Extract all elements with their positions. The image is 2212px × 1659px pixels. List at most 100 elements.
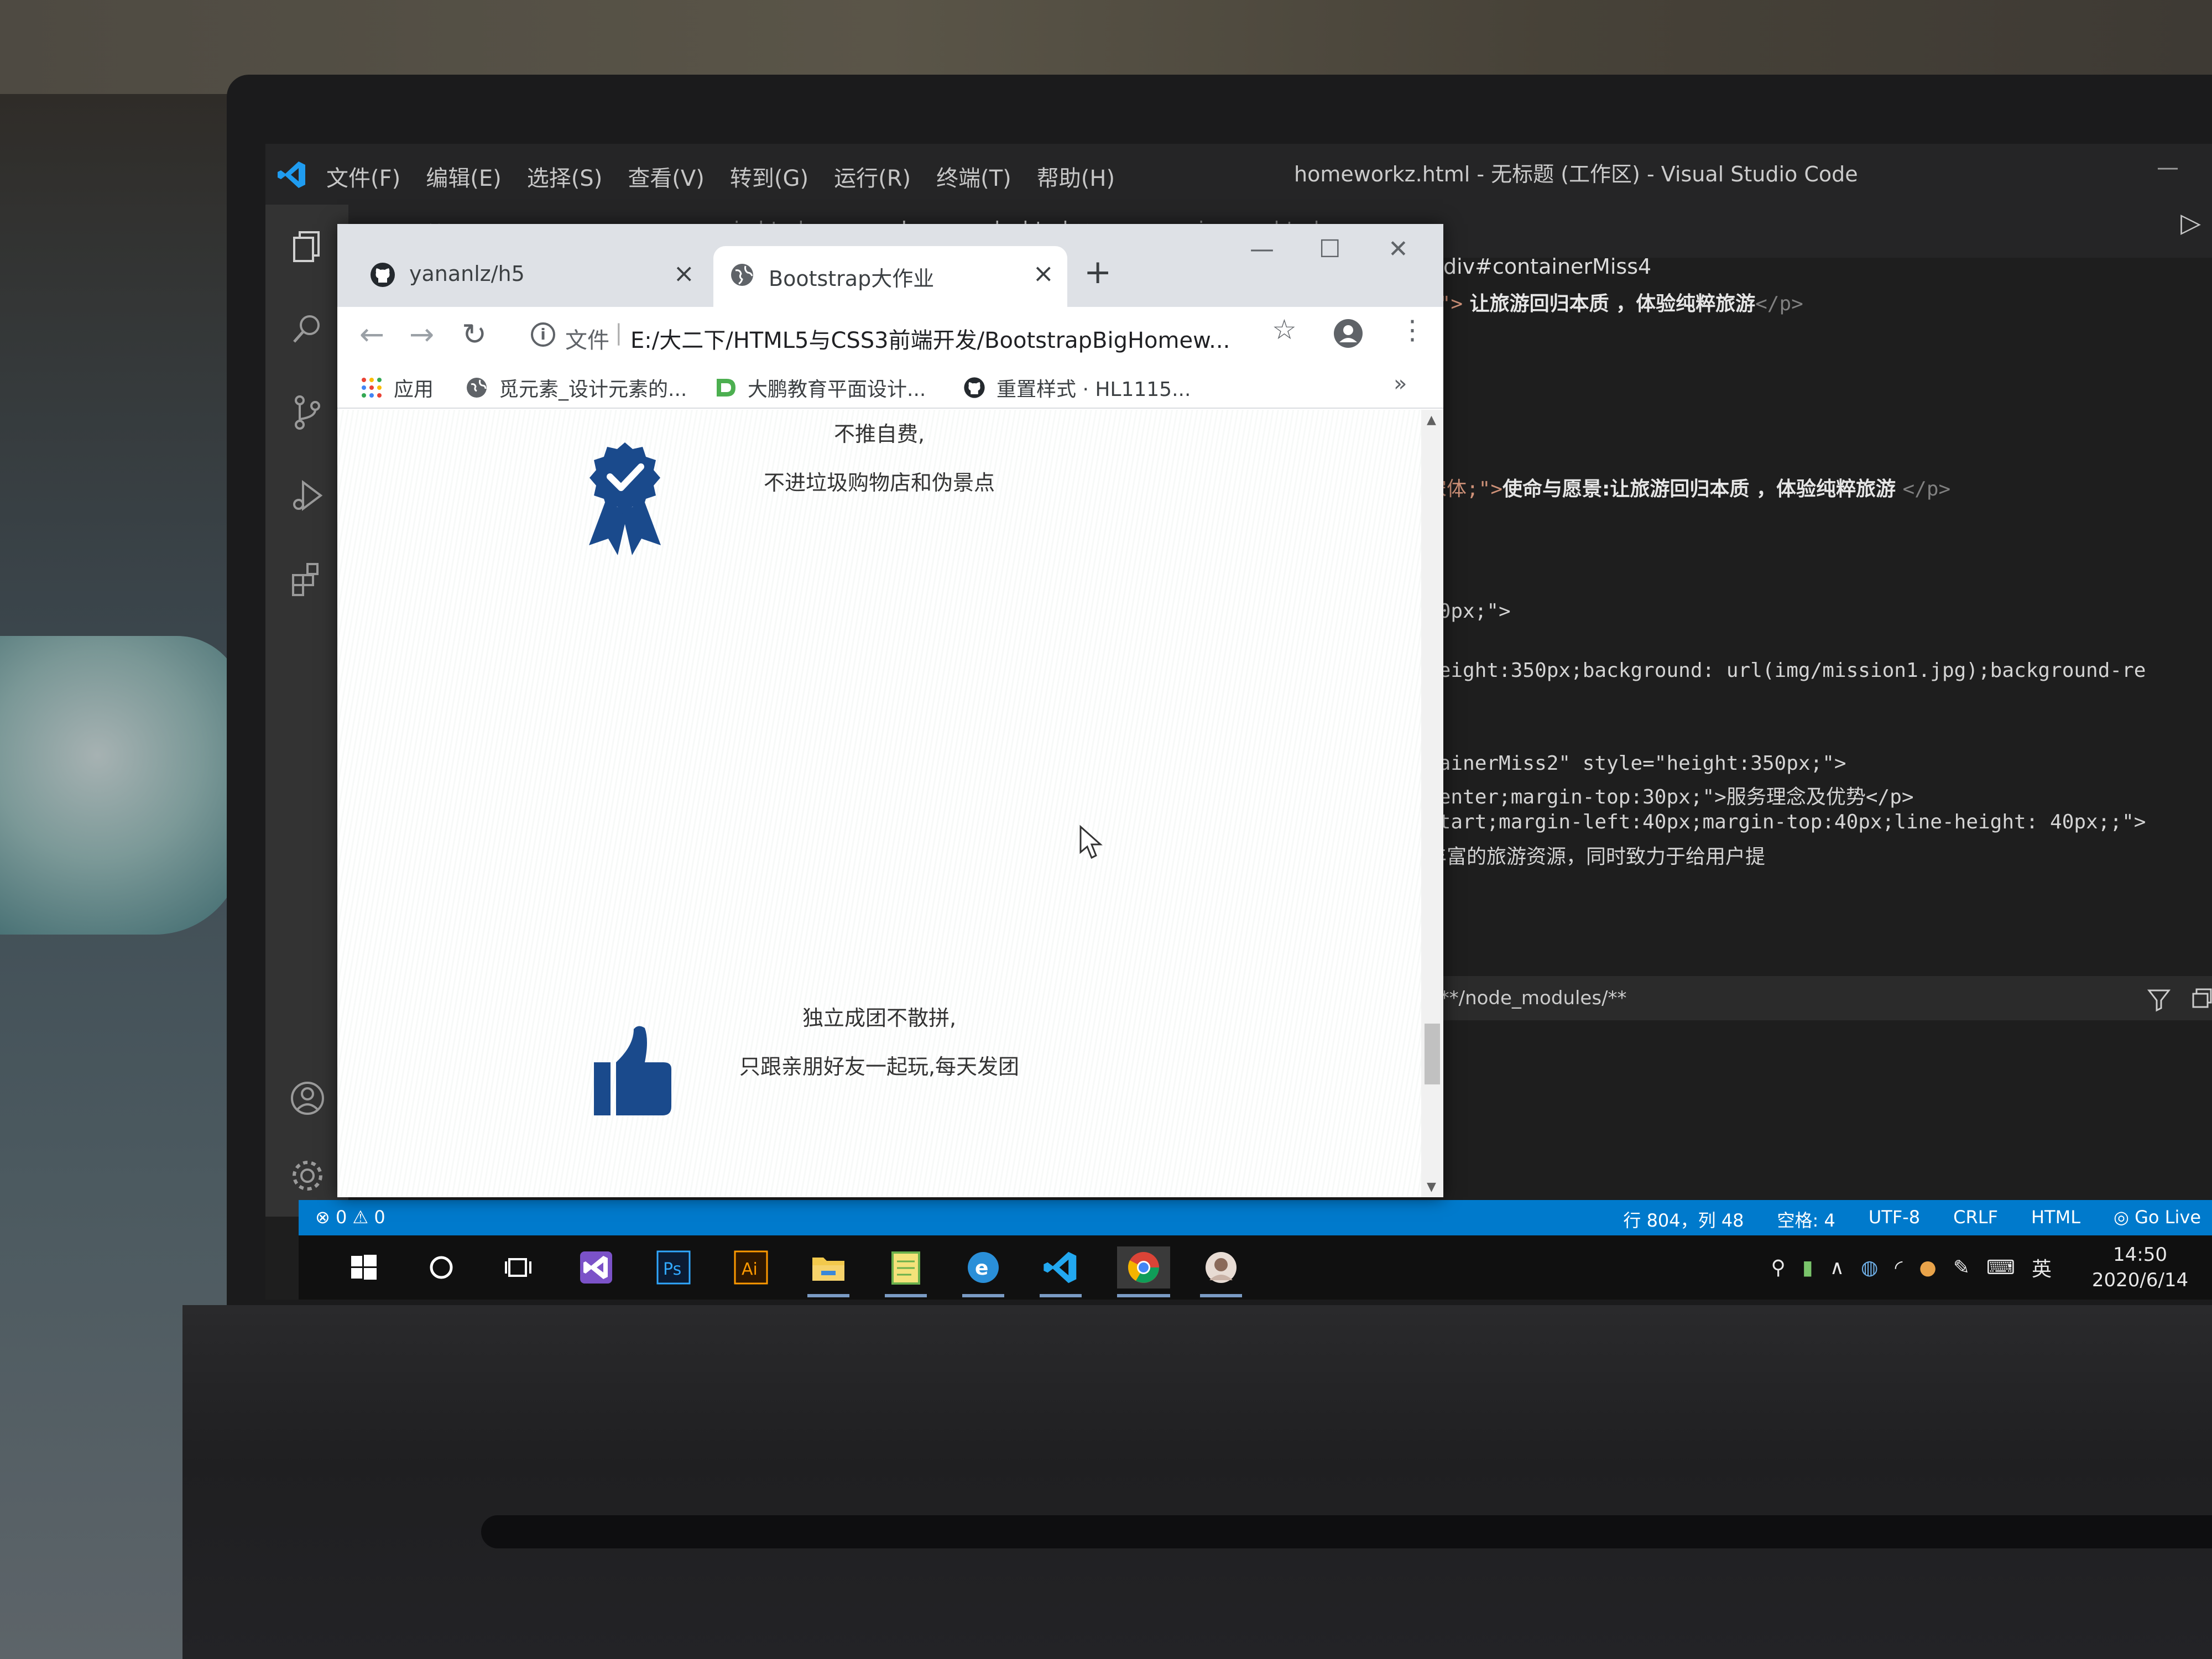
- menu-edit[interactable]: 编辑(E): [426, 160, 501, 192]
- close-tab-icon[interactable]: ×: [1032, 258, 1054, 288]
- apps-grid-icon: [362, 378, 382, 398]
- menu-terminal[interactable]: 终端(T): [936, 160, 1011, 192]
- profile-avatar-icon[interactable]: [1333, 318, 1364, 349]
- minimize-button[interactable]: —: [2157, 155, 2179, 180]
- dapeng-logo-icon: [717, 379, 735, 397]
- chrome-tab-strip: yananlz/h5 × Bootstrap大作业 × + — ☐ ✕: [337, 224, 1443, 307]
- go-live-button[interactable]: ◎ Go Live: [2114, 1207, 2201, 1232]
- explorer-icon[interactable]: [288, 227, 327, 267]
- menu-file[interactable]: 文件(F): [326, 160, 400, 192]
- close-tab-icon[interactable]: ×: [673, 258, 695, 288]
- cortana-icon[interactable]: [420, 1246, 462, 1288]
- feature-line: 不推自费,: [833, 422, 925, 446]
- feature-independent-group: 独立成团不散拼, 只跟亲朋好友一起玩,每天发团: [691, 994, 1067, 1091]
- bookmark-dapeng[interactable]: 大鹏教育平面设计...: [713, 373, 926, 402]
- browser-tab-github[interactable]: yananlz/h5 ×: [354, 246, 708, 307]
- indent-spaces[interactable]: 空格: 4: [1777, 1207, 1835, 1232]
- windows-start-icon[interactable]: [343, 1246, 385, 1288]
- people-icon[interactable]: ⚲: [1771, 1256, 1786, 1279]
- bookmarks-overflow-icon[interactable]: »: [1394, 371, 1407, 397]
- browser-tab-bootstrap[interactable]: Bootstrap大作业 ×: [713, 246, 1067, 307]
- search-icon[interactable]: [288, 310, 327, 349]
- address-url[interactable]: E:/大二下/HTML5与CSS3前端开发/BootstrapBigHomew.…: [630, 322, 1230, 354]
- chrome-window: yananlz/h5 × Bootstrap大作业 × + — ☐ ✕ ← → …: [337, 224, 1443, 1197]
- chrome-maximize-button[interactable]: ☐: [1319, 235, 1340, 263]
- site-info-icon[interactable]: i: [531, 322, 555, 347]
- photoshop-icon[interactable]: Ps: [653, 1246, 695, 1288]
- illustrator-icon[interactable]: Ai: [730, 1246, 772, 1288]
- line-ending[interactable]: CRLF: [1953, 1207, 1998, 1232]
- wifi-icon[interactable]: ◜: [1895, 1256, 1902, 1279]
- vscode-menubar: 文件(F) 编辑(E) 选择(S) 查看(V) 转到(G) 运行(R) 终端(T…: [326, 160, 1115, 192]
- chevron-up-icon[interactable]: ∧: [1830, 1256, 1844, 1279]
- task-view-icon[interactable]: [498, 1246, 540, 1288]
- bookmark-apps[interactable]: 应用: [359, 373, 434, 402]
- menu-go[interactable]: 转到(G): [730, 160, 808, 192]
- bookmark-reset-style[interactable]: 重置样式 · HL1115...: [962, 373, 1191, 402]
- filter-input[interactable]: !**/node_modules/**: [1432, 987, 1627, 1009]
- code-line: start;margin-left:40px;margin-top:40px;l…: [1427, 811, 2146, 833]
- vscode-icon[interactable]: [1040, 1246, 1082, 1297]
- files-exclude-filter[interactable]: !**/node_modules/**: [1427, 976, 2212, 1020]
- chrome-menu-icon[interactable]: ⋮: [1399, 315, 1426, 346]
- svg-text:e: e: [975, 1257, 988, 1280]
- battery-icon[interactable]: ▮: [1802, 1256, 1813, 1279]
- menu-run[interactable]: 运行(R): [834, 160, 911, 192]
- address-separator: |: [615, 320, 623, 346]
- extensions-icon[interactable]: [288, 559, 327, 598]
- forward-button[interactable]: →: [409, 317, 434, 352]
- settings-gear-icon[interactable]: [288, 1156, 327, 1196]
- feature-line: 不进垃圾购物店和伪景点: [763, 471, 995, 495]
- notepad-icon[interactable]: [885, 1246, 927, 1297]
- language-mode[interactable]: HTML: [2031, 1207, 2080, 1232]
- menu-selection[interactable]: 选择(S): [527, 160, 603, 192]
- chrome-icon[interactable]: [1117, 1246, 1170, 1297]
- encoding[interactable]: UTF-8: [1869, 1207, 1920, 1232]
- app-tray-icon[interactable]: ●: [1919, 1256, 1936, 1279]
- source-control-icon[interactable]: [288, 393, 327, 432]
- filter-icon[interactable]: [2146, 986, 2172, 1013]
- accounts-icon[interactable]: [288, 1078, 327, 1118]
- address-bar[interactable]: i 文件 | E:/大二下/HTML5与CSS3前端开发/BootstrapBi…: [520, 312, 1349, 357]
- keyboard-icon[interactable]: ⌨: [1986, 1256, 2015, 1279]
- activity-bar: [265, 205, 348, 1217]
- code-editor[interactable]: ;"> 让旅游回归本质 ，体验纯粹旅游</p> 宋体;">使命与愿景:让旅游回归…: [1427, 288, 2212, 1040]
- edge-icon[interactable]: e: [962, 1246, 1004, 1297]
- run-icon[interactable]: ▷: [2180, 207, 2201, 238]
- code-line: center;margin-top:30px;">服务理念及优势</p>: [1427, 786, 1914, 808]
- cursor-position[interactable]: 行 804，列 48: [1623, 1207, 1744, 1232]
- clock[interactable]: 14:50 2020/6/14: [2068, 1242, 2212, 1293]
- reload-button[interactable]: ↻: [462, 317, 487, 352]
- bookmark-mi-yuansu[interactable]: 觅元素_设计元素的...: [465, 373, 687, 402]
- photo-cloth-object: [0, 636, 243, 935]
- pen-icon[interactable]: ✎: [1953, 1256, 1970, 1279]
- menu-view[interactable]: 查看(V): [628, 160, 705, 192]
- menu-help[interactable]: 帮助(H): [1037, 160, 1115, 192]
- github-icon: [371, 263, 395, 287]
- visual-studio-icon[interactable]: [575, 1246, 617, 1288]
- svg-text:Ps: Ps: [663, 1260, 681, 1279]
- file-explorer-icon[interactable]: [807, 1246, 849, 1297]
- github-icon: [964, 377, 985, 398]
- network-globe-icon[interactable]: ◍: [1861, 1256, 1878, 1279]
- page-scrollbar[interactable]: ▲ ▼: [1421, 410, 1443, 1197]
- ime-indicator[interactable]: 英: [2032, 1253, 2052, 1282]
- chrome-close-button[interactable]: ✕: [1388, 235, 1408, 263]
- laptop-keyboard-deck: [182, 1305, 2212, 1659]
- code-line: tainerMiss2" style="height:350px;">: [1427, 752, 1846, 775]
- chrome-minimize-button[interactable]: —: [1250, 235, 1274, 263]
- chrome-toolbar: ← → ↻ i 文件 | E:/大二下/HTML5与CSS3前端开发/Boots…: [337, 307, 1443, 362]
- bookmark-star-icon[interactable]: ☆: [1272, 314, 1297, 346]
- vscode-logo-icon: [278, 161, 305, 188]
- run-debug-icon[interactable]: [288, 476, 327, 515]
- breadcrumb[interactable]: div#containerMiss4: [1443, 254, 1651, 279]
- scroll-up-arrow-icon[interactable]: ▲: [1427, 413, 1436, 427]
- scroll-thumb[interactable]: [1425, 1024, 1440, 1084]
- clock-date: 2020/6/14: [2091, 1269, 2189, 1291]
- avatar-app-icon[interactable]: [1200, 1246, 1242, 1297]
- scroll-down-arrow-icon[interactable]: ▼: [1427, 1180, 1436, 1194]
- collapse-icon[interactable]: [2190, 986, 2212, 1010]
- back-button[interactable]: ←: [359, 317, 384, 352]
- new-tab-button[interactable]: +: [1084, 253, 1112, 291]
- problems-indicator[interactable]: ⊗ 0 ⚠ 0: [315, 1207, 385, 1228]
